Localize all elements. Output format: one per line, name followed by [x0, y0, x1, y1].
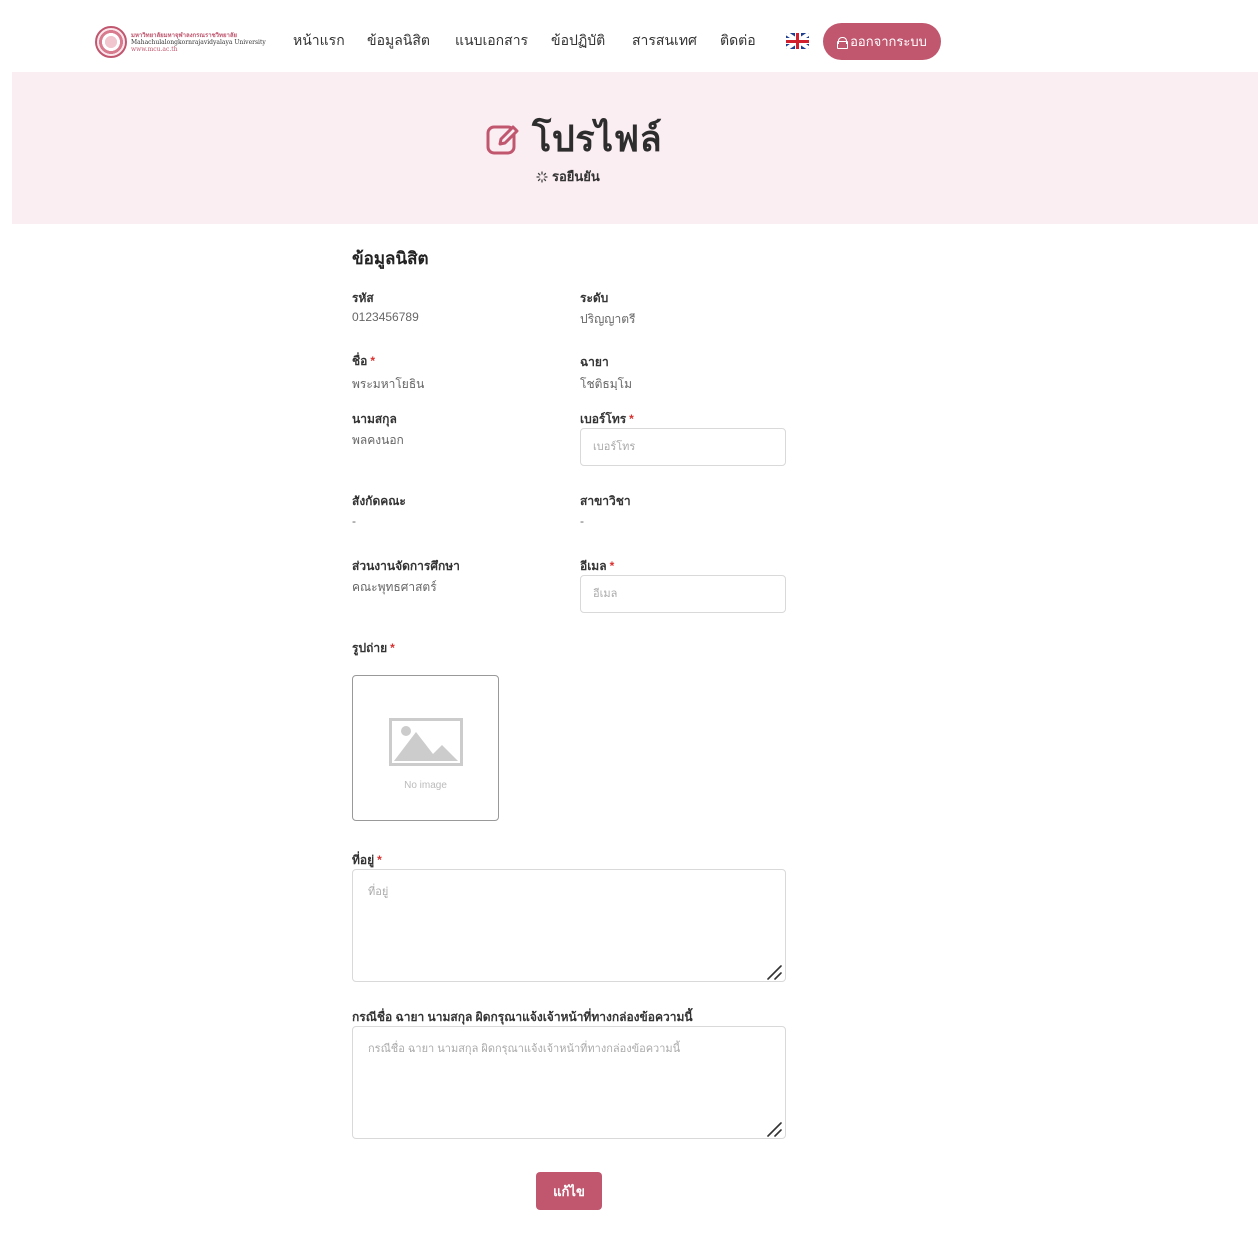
nav-contact[interactable]: ติดต่อ	[720, 30, 756, 52]
correction-label: กรณีชื่อ ฉายา นามสกุล ผิดกรุณาแจ้งเจ้าหน…	[352, 1010, 693, 1024]
edit-icon	[486, 125, 519, 154]
image-placeholder-icon	[389, 718, 463, 766]
nav-information[interactable]: สารสนเทศ	[632, 30, 697, 52]
nav-attach-documents[interactable]: แนบเอกสาร	[455, 30, 528, 52]
phone-label: เบอร์โทร *	[580, 412, 634, 426]
logout-button[interactable]: ออกจากระบบ	[823, 23, 941, 60]
logo-thai-name: มหาวิทยาลัยมหาจุฬาลงกรณราชวิทยาลัย	[131, 31, 238, 39]
name-value: พระมหาโยธิน	[352, 377, 425, 391]
correction-textarea[interactable]	[352, 1026, 786, 1139]
unit-label: ส่วนงานจัดการศึกษา	[352, 559, 460, 573]
level-value: ปริญญาตรี	[580, 312, 636, 326]
name-label: ชื่อ *	[352, 354, 376, 368]
resize-handle-icon[interactable]	[766, 964, 782, 980]
logout-label: ออกจากระบบ	[850, 34, 927, 49]
required-mark: *	[390, 641, 395, 655]
top-navbar: มหาวิทยาลัยมหาจุฬาลงกรณราชวิทยาลัย Mahac…	[0, 0, 1258, 72]
address-textarea[interactable]	[352, 869, 786, 982]
uk-flag-icon[interactable]	[786, 33, 809, 49]
status-text: รอยืนยัน	[552, 169, 600, 184]
university-seal-icon	[95, 26, 127, 58]
monastic-name-value: โชติธมฺโม	[580, 377, 632, 391]
logo-website: www.mcu.ac.th	[131, 45, 178, 53]
student-id-label: รหัส	[352, 291, 374, 305]
level-label: ระดับ	[580, 291, 609, 305]
university-logo[interactable]: มหาวิทยาลัยมหาจุฬาลงกรณราชวิทยาลัย Mahac…	[95, 26, 266, 58]
status-badge: รอยืนยัน	[536, 166, 600, 187]
nav-home[interactable]: หน้าแรก	[293, 30, 345, 52]
required-mark: *	[629, 412, 634, 426]
no-image-text: No image	[404, 780, 447, 791]
logo-text: มหาวิทยาลัยมหาจุฬาลงกรณราชวิทยาลัย Mahac…	[131, 32, 266, 53]
nav-student-info[interactable]: ข้อมูลนิสิต	[367, 30, 430, 52]
faculty-label: สังกัดคณะ	[352, 494, 406, 508]
surname-label: นามสกุล	[352, 412, 397, 426]
monastic-name-label: ฉายา	[580, 355, 609, 369]
required-mark: *	[370, 354, 376, 368]
required-mark: *	[377, 853, 382, 867]
student-id-value: 0123456789	[352, 310, 419, 324]
photo-label: รูปถ่าย *	[352, 641, 395, 655]
email-label: อีเมล *	[580, 559, 615, 573]
surname-value: พลคงนอก	[352, 433, 404, 447]
edit-submit-button[interactable]: แก้ไข	[536, 1172, 602, 1210]
logo-english-name: Mahachulalongkornrajavidyalaya Universit…	[131, 38, 266, 46]
major-value: -	[580, 514, 584, 528]
lock-icon	[837, 36, 849, 49]
address-label: ที่อยู่ *	[352, 853, 382, 867]
section-title-student-info: ข้อมูลนิสิต	[352, 249, 429, 268]
phone-input[interactable]	[580, 428, 786, 466]
page-title-group: โปรไฟล์	[486, 110, 662, 167]
major-label: สาขาวิชา	[580, 494, 631, 508]
faculty-value: -	[352, 514, 356, 528]
resize-handle-icon[interactable]	[766, 1121, 782, 1137]
email-input[interactable]	[580, 575, 786, 613]
spinner-icon	[536, 170, 548, 183]
nav-regulations[interactable]: ข้อปฏิบัติ	[551, 30, 605, 52]
photo-upload-box[interactable]: No image	[352, 675, 499, 821]
page-title: โปรไฟล์	[532, 118, 663, 159]
unit-value: คณะพุทธศาสตร์	[352, 580, 437, 594]
required-mark: *	[609, 559, 615, 573]
